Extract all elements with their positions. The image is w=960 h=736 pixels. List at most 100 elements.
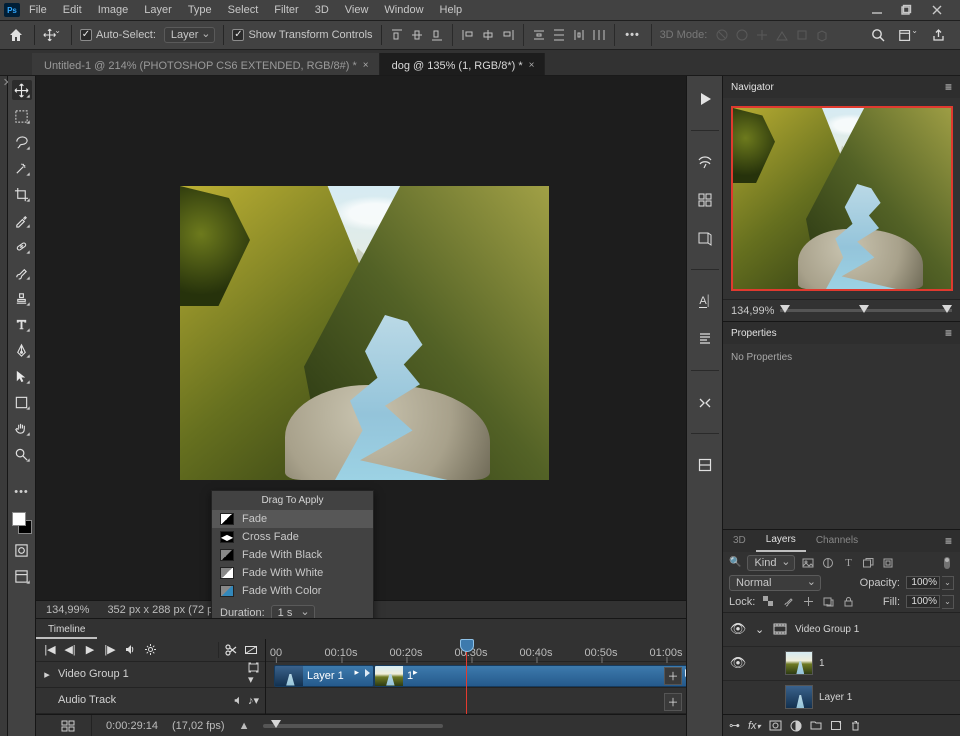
menu-3d[interactable]: 3D bbox=[308, 2, 336, 18]
panel-tab-channels[interactable]: Channels bbox=[806, 530, 868, 552]
lock-all-icon[interactable] bbox=[841, 595, 855, 609]
type-tool[interactable] bbox=[12, 314, 32, 334]
navigator-tab[interactable]: Navigator bbox=[731, 82, 774, 93]
add-audio-clip-button[interactable]: ＋ bbox=[664, 693, 682, 711]
zoom-out-icon[interactable]: ▲ bbox=[239, 720, 250, 732]
menu-view[interactable]: View bbox=[338, 2, 376, 18]
styles-panel-icon[interactable] bbox=[693, 227, 717, 249]
menu-help[interactable]: Help bbox=[433, 2, 470, 18]
panel-menu-icon[interactable]: ≡ bbox=[945, 80, 952, 94]
healing-tool[interactable] bbox=[12, 236, 32, 256]
character-panel-icon[interactable]: A| bbox=[693, 290, 717, 312]
play-button[interactable]: ▶ bbox=[82, 642, 98, 658]
lock-paint-icon[interactable] bbox=[781, 595, 795, 609]
mask-icon[interactable] bbox=[769, 720, 782, 731]
more-options-button[interactable]: ••• bbox=[623, 25, 643, 45]
opacity-field[interactable]: ⌄ bbox=[906, 576, 954, 590]
crop-tool[interactable] bbox=[12, 184, 32, 204]
swatches-panel-icon[interactable] bbox=[693, 189, 717, 211]
lock-trans-icon[interactable] bbox=[761, 595, 775, 609]
pen-tool[interactable] bbox=[12, 340, 32, 360]
transition-fade-white[interactable]: Fade With White bbox=[212, 564, 373, 582]
duration-select[interactable]: 1 s bbox=[271, 605, 315, 618]
clip-1[interactable]: 1 ▸ bbox=[374, 665, 686, 687]
home-button[interactable] bbox=[6, 25, 26, 45]
filter-pixel-icon[interactable] bbox=[801, 556, 815, 570]
visibility-toggle[interactable]: 👁 bbox=[723, 621, 753, 637]
filter-shape-icon[interactable] bbox=[861, 556, 875, 570]
layer-filter-kind[interactable]: Kind bbox=[747, 555, 795, 571]
clip-layer1[interactable]: Layer 1 ▸ bbox=[274, 665, 374, 687]
transition-button[interactable] bbox=[243, 642, 259, 658]
mute-button[interactable] bbox=[122, 642, 138, 658]
prev-frame-button[interactable]: ◀| bbox=[62, 642, 78, 658]
eyedropper-tool[interactable] bbox=[12, 210, 32, 230]
screen-mode-button[interactable] bbox=[12, 566, 32, 586]
timeline-tab[interactable]: Timeline bbox=[36, 622, 97, 639]
adjustment-layer-icon[interactable] bbox=[790, 720, 802, 732]
blend-mode-select[interactable]: Normal bbox=[729, 575, 821, 591]
navigator-zoom-value[interactable]: 134,99% bbox=[731, 305, 774, 317]
move-tool-icon[interactable]: ⌄ bbox=[43, 25, 63, 45]
panel-menu-icon[interactable]: ≡ bbox=[937, 534, 960, 548]
transition-cross-fade[interactable]: ◀▶ Cross Fade bbox=[212, 528, 373, 546]
transition-fade[interactable]: Fade bbox=[212, 510, 373, 528]
properties-tab[interactable]: Properties bbox=[731, 328, 777, 339]
timeline-ruler[interactable]: 00 00:10s 00:20s 00:30s 00:40s 00:50s 01… bbox=[266, 639, 686, 662]
audio-track-header[interactable]: Audio Track ♪▾ bbox=[36, 688, 265, 714]
menu-layer[interactable]: Layer bbox=[137, 2, 179, 18]
menu-image[interactable]: Image bbox=[91, 2, 136, 18]
playhead[interactable] bbox=[466, 639, 467, 714]
zoom-tool[interactable] bbox=[12, 444, 32, 464]
menu-file[interactable]: File bbox=[22, 2, 54, 18]
navigator-thumbnail[interactable] bbox=[731, 106, 953, 291]
align-group-1[interactable] bbox=[390, 28, 444, 42]
filter-toggle[interactable] bbox=[940, 556, 954, 570]
window-restore-button[interactable] bbox=[898, 3, 916, 17]
audio-lane[interactable]: ＋ bbox=[266, 688, 686, 714]
move-tool[interactable] bbox=[12, 80, 32, 100]
stamp-tool[interactable] bbox=[12, 288, 32, 308]
layer-thumbnail[interactable] bbox=[785, 685, 813, 709]
group-layers-icon[interactable] bbox=[810, 720, 822, 731]
close-icon[interactable]: × bbox=[529, 60, 535, 71]
filter-type-icon[interactable]: T bbox=[841, 556, 855, 570]
panel-tab-layers[interactable]: Layers bbox=[756, 530, 806, 552]
lasso-tool[interactable] bbox=[12, 132, 32, 152]
layer-row-layer1[interactable]: Layer 1 bbox=[723, 681, 960, 715]
track-menu-icon[interactable]: ▾ bbox=[248, 662, 259, 686]
close-icon[interactable]: × bbox=[363, 60, 369, 71]
menu-edit[interactable]: Edit bbox=[56, 2, 89, 18]
window-close-button[interactable] bbox=[928, 3, 946, 17]
document-tab-1[interactable]: Untitled-1 @ 214% (PHOTOSHOP CS6 EXTENDE… bbox=[32, 53, 380, 75]
align-group-2[interactable] bbox=[461, 28, 515, 42]
first-frame-button[interactable]: |◀ bbox=[42, 642, 58, 658]
document-tab-2[interactable]: dog @ 135% (1, RGB/8*) *× bbox=[380, 53, 546, 75]
fx-icon[interactable]: fx▾ bbox=[748, 720, 761, 732]
show-transform-checkbox[interactable]: Show Transform Controls bbox=[232, 29, 372, 41]
auto-select-dropdown[interactable]: Layer bbox=[164, 27, 216, 43]
screen-mode-icon[interactable]: ⌄ bbox=[898, 25, 918, 45]
add-video-clip-button[interactable]: ＋ bbox=[664, 667, 682, 685]
path-select-tool[interactable] bbox=[12, 366, 32, 386]
navigator-zoom-slider[interactable] bbox=[780, 309, 952, 312]
share-icon[interactable] bbox=[928, 25, 948, 45]
visibility-toggle[interactable]: 👁 bbox=[723, 655, 753, 671]
auto-select-checkbox[interactable]: Auto-Select: bbox=[80, 29, 156, 41]
menu-window[interactable]: Window bbox=[377, 2, 430, 18]
layer-row-1[interactable]: 👁 1 bbox=[723, 647, 960, 681]
filter-smart-icon[interactable] bbox=[881, 556, 895, 570]
wand-tool[interactable] bbox=[12, 158, 32, 178]
shape-tool[interactable] bbox=[12, 392, 32, 412]
video-group-track-header[interactable]: ▸ Video Group 1 ▾ bbox=[36, 662, 265, 688]
menu-select[interactable]: Select bbox=[221, 2, 266, 18]
layer-thumbnail[interactable] bbox=[785, 651, 813, 675]
collapsed-dock-left[interactable] bbox=[0, 76, 8, 736]
convert-frames-button[interactable] bbox=[61, 720, 75, 732]
timeline-zoom-slider[interactable] bbox=[263, 724, 443, 728]
next-frame-button[interactable]: |▶ bbox=[102, 642, 118, 658]
fill-field[interactable]: ⌄ bbox=[906, 595, 954, 609]
settings-button[interactable] bbox=[142, 642, 158, 658]
hand-tool[interactable] bbox=[12, 418, 32, 438]
window-minimize-button[interactable] bbox=[868, 3, 886, 17]
